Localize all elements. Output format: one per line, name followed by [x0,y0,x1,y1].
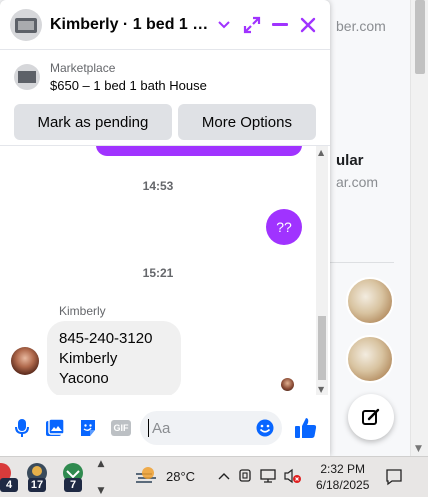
incoming-message-bubble[interactable]: 845-240-3120 Kimberly Yacono [47,321,181,395]
clock-date: 6/18/2025 [316,478,370,492]
outgoing-message-bubble[interactable]: ?? [266,209,302,245]
incoming-message-line: 845-240-3120 [59,330,153,347]
notification-badge: 4 [0,478,18,492]
minimize-icon [272,22,288,26]
read-receipt-avatar [281,378,294,391]
message-list[interactable]: 14:53 ?? 15:21 Kimberly 845-240-3120 Kim… [0,145,330,395]
volume-muted-icon[interactable] [284,468,302,484]
chevron-up-icon[interactable] [218,472,230,480]
chat-window: Kimberly · 1 bed 1 bath House Mark [0,0,330,456]
notification-center-button[interactable] [385,468,403,491]
close-button[interactable] [294,11,322,39]
listing-price-title[interactable]: $650 – 1 bed 1 bath House [50,76,207,96]
new-message-button[interactable] [348,394,394,440]
page-scrollbar[interactable]: ▼ [410,0,428,456]
clock-time: 2:32 PM [320,462,366,476]
system-tray [218,468,302,484]
weather-widget[interactable]: 28°C [134,466,195,486]
minimize-button[interactable] [266,11,294,39]
network-icon[interactable] [260,468,276,484]
voice-clip-button[interactable] [10,416,34,440]
taskbar-scroll[interactable]: ▲ ▼ [94,459,108,496]
listing-source: Marketplace [50,61,116,75]
listing-card: Marketplace $650 – 1 bed 1 bath House Ma… [0,50,330,140]
message-scrollbar-thumb[interactable] [318,316,326,380]
taskbar-app[interactable]: 4 [0,462,18,492]
close-icon [300,17,316,32]
chat-header[interactable]: Kimberly · 1 bed 1 bath House [0,0,330,50]
incoming-message-line: Kimberly Yacono [59,350,118,387]
notification-badge: 7 [64,478,82,492]
background-site-text: ber.com [336,18,386,34]
more-options-button[interactable]: More Options [177,104,316,140]
message-timestamp: 15:21 [142,266,174,280]
divider [330,262,394,263]
meet-now-icon[interactable] [238,468,252,484]
taskbar: 4 17 7 ▲ ▼ 28°C 2:32 PM 6/18/2025 [0,456,428,497]
expand-button[interactable] [238,11,266,39]
chevron-down-icon [218,20,230,28]
thumbs-up-icon [295,418,317,438]
sticker-icon [81,420,95,436]
notification-badge: 17 [28,478,46,492]
compose-icon [362,408,380,425]
chevron-down-icon[interactable]: ▼ [98,486,105,496]
emoji-button[interactable] [256,419,274,442]
emoji-icon [256,419,274,437]
attach-photo-button[interactable] [43,416,67,440]
chat-head-avatar[interactable] [346,335,394,383]
message-timestamp: 14:53 [142,179,174,193]
weather-icon [136,467,156,483]
scroll-down-arrow-icon[interactable]: ▼ [415,444,422,454]
taskbar-app[interactable]: 7 [60,462,86,492]
listing-thumbnail[interactable] [14,64,40,90]
expand-icon [243,16,261,33]
clock[interactable]: 2:32 PM 6/18/2025 [316,461,369,493]
sender-name: Kimberly [59,304,106,318]
text-caret [148,419,149,437]
scroll-down-arrow-icon[interactable]: ▼ [318,385,324,394]
outgoing-message-bubble[interactable] [96,146,302,156]
temperature: 28°C [166,468,196,484]
page-scrollbar-thumb[interactable] [415,0,425,74]
chat-head-avatar[interactable] [346,277,394,325]
photo-icon [46,418,65,436]
background-listing-title: ular [336,152,364,169]
background-site-text-2: ar.com [336,174,379,190]
gif-icon: GIF [111,420,131,436]
mark-as-pending-button[interactable]: Mark as pending [14,104,172,140]
sender-avatar[interactable] [11,347,39,375]
taskbar-app[interactable]: 17 [24,462,50,492]
message-input-placeholder: Aa [152,419,171,437]
microphone-icon [15,419,29,437]
message-composer: GIF Aa [0,400,330,456]
like-button[interactable] [294,416,318,440]
gif-button[interactable]: GIF [109,416,133,440]
message-scrollbar[interactable]: ▲ ▼ [316,146,328,395]
listing-avatar[interactable] [10,8,42,41]
notification-icon [386,469,402,486]
chat-options-button[interactable] [210,11,238,39]
chevron-up-icon[interactable]: ▲ [98,459,105,469]
message-input[interactable]: Aa [140,411,282,445]
chat-title[interactable]: Kimberly · 1 bed 1 bath House [50,16,210,34]
sticker-button[interactable] [76,416,100,440]
scroll-up-arrow-icon[interactable]: ▲ [318,148,324,157]
